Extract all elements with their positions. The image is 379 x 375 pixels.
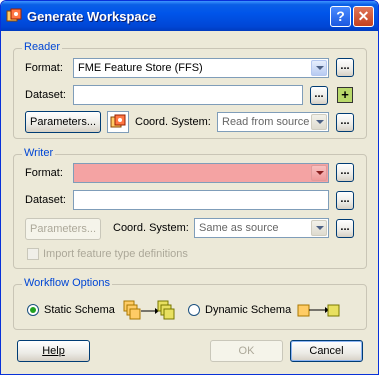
reader-dataset-input[interactable] xyxy=(73,85,303,105)
chevron-down-icon[interactable] xyxy=(311,114,327,130)
writer-dataset-browse-button[interactable]: ... xyxy=(336,191,354,210)
dynamic-schema-label: Dynamic Schema xyxy=(205,304,292,316)
writer-coord-select[interactable]: Same as source xyxy=(194,218,329,238)
reader-legend: Reader xyxy=(22,41,63,53)
help-button[interactable]: Help xyxy=(17,340,90,362)
title-close-button[interactable]: ✕ xyxy=(353,6,374,27)
static-schema-radio[interactable] xyxy=(27,304,39,316)
reader-coord-browse-button[interactable]: ... xyxy=(336,113,354,132)
title-help-button[interactable]: ? xyxy=(330,6,351,27)
writer-format-select[interactable] xyxy=(73,163,329,183)
help-button-label: Help xyxy=(42,345,65,357)
reader-format-select[interactable]: FME Feature Store (FFS) xyxy=(73,58,329,78)
chevron-down-icon[interactable] xyxy=(311,60,327,76)
reader-format-value: FME Feature Store (FFS) xyxy=(78,62,203,74)
writer-coord-label: Coord. System: xyxy=(113,222,189,234)
reader-coord-label: Coord. System: xyxy=(135,116,211,128)
reader-format-browse-button[interactable]: ... xyxy=(336,58,354,77)
writer-dataset-label: Dataset: xyxy=(25,194,66,206)
writer-parameters-button[interactable]: Parameters... xyxy=(25,218,101,240)
static-schema-label: Static Schema xyxy=(44,304,115,316)
generate-workspace-dialog: Generate Workspace ? ✕ Reader Format: FM… xyxy=(0,0,379,375)
writer-format-browse-button[interactable]: ... xyxy=(336,163,354,182)
coordinate-system-picker-icon[interactable] xyxy=(107,111,129,133)
dynamic-schema-radio[interactable] xyxy=(188,304,200,316)
writer-legend: Writer xyxy=(22,147,56,159)
writer-coord-value: Same as source xyxy=(199,222,279,234)
reader-parameters-button[interactable]: Parameters... xyxy=(25,111,101,133)
window-title: Generate Workspace xyxy=(27,9,157,24)
workflow-legend: Workflow Options xyxy=(22,277,112,289)
dynamic-schema-icon xyxy=(295,299,341,321)
reader-format-label: Format: xyxy=(25,62,63,74)
workspace-app-icon xyxy=(6,8,22,24)
cancel-button[interactable]: Cancel xyxy=(290,340,363,362)
writer-coord-browse-button[interactable]: ... xyxy=(336,219,354,238)
reader-coord-select[interactable]: Read from source xyxy=(217,112,329,132)
chevron-down-icon[interactable] xyxy=(311,165,327,181)
reader-coord-value: Read from source xyxy=(222,116,310,128)
writer-format-label: Format: xyxy=(25,167,63,179)
import-feature-types-label: Import feature type definitions xyxy=(43,248,188,260)
title-bar[interactable]: Generate Workspace ? ✕ xyxy=(1,1,378,31)
reader-dataset-label: Dataset: xyxy=(25,89,66,101)
import-feature-types-checkbox[interactable] xyxy=(27,248,39,260)
writer-dataset-input[interactable] xyxy=(73,190,329,210)
add-dataset-icon[interactable]: + xyxy=(337,87,353,103)
static-schema-icon xyxy=(122,299,176,321)
reader-dataset-browse-button[interactable]: ... xyxy=(310,86,328,105)
ok-button[interactable]: OK xyxy=(210,340,283,362)
chevron-down-icon[interactable] xyxy=(311,220,327,236)
